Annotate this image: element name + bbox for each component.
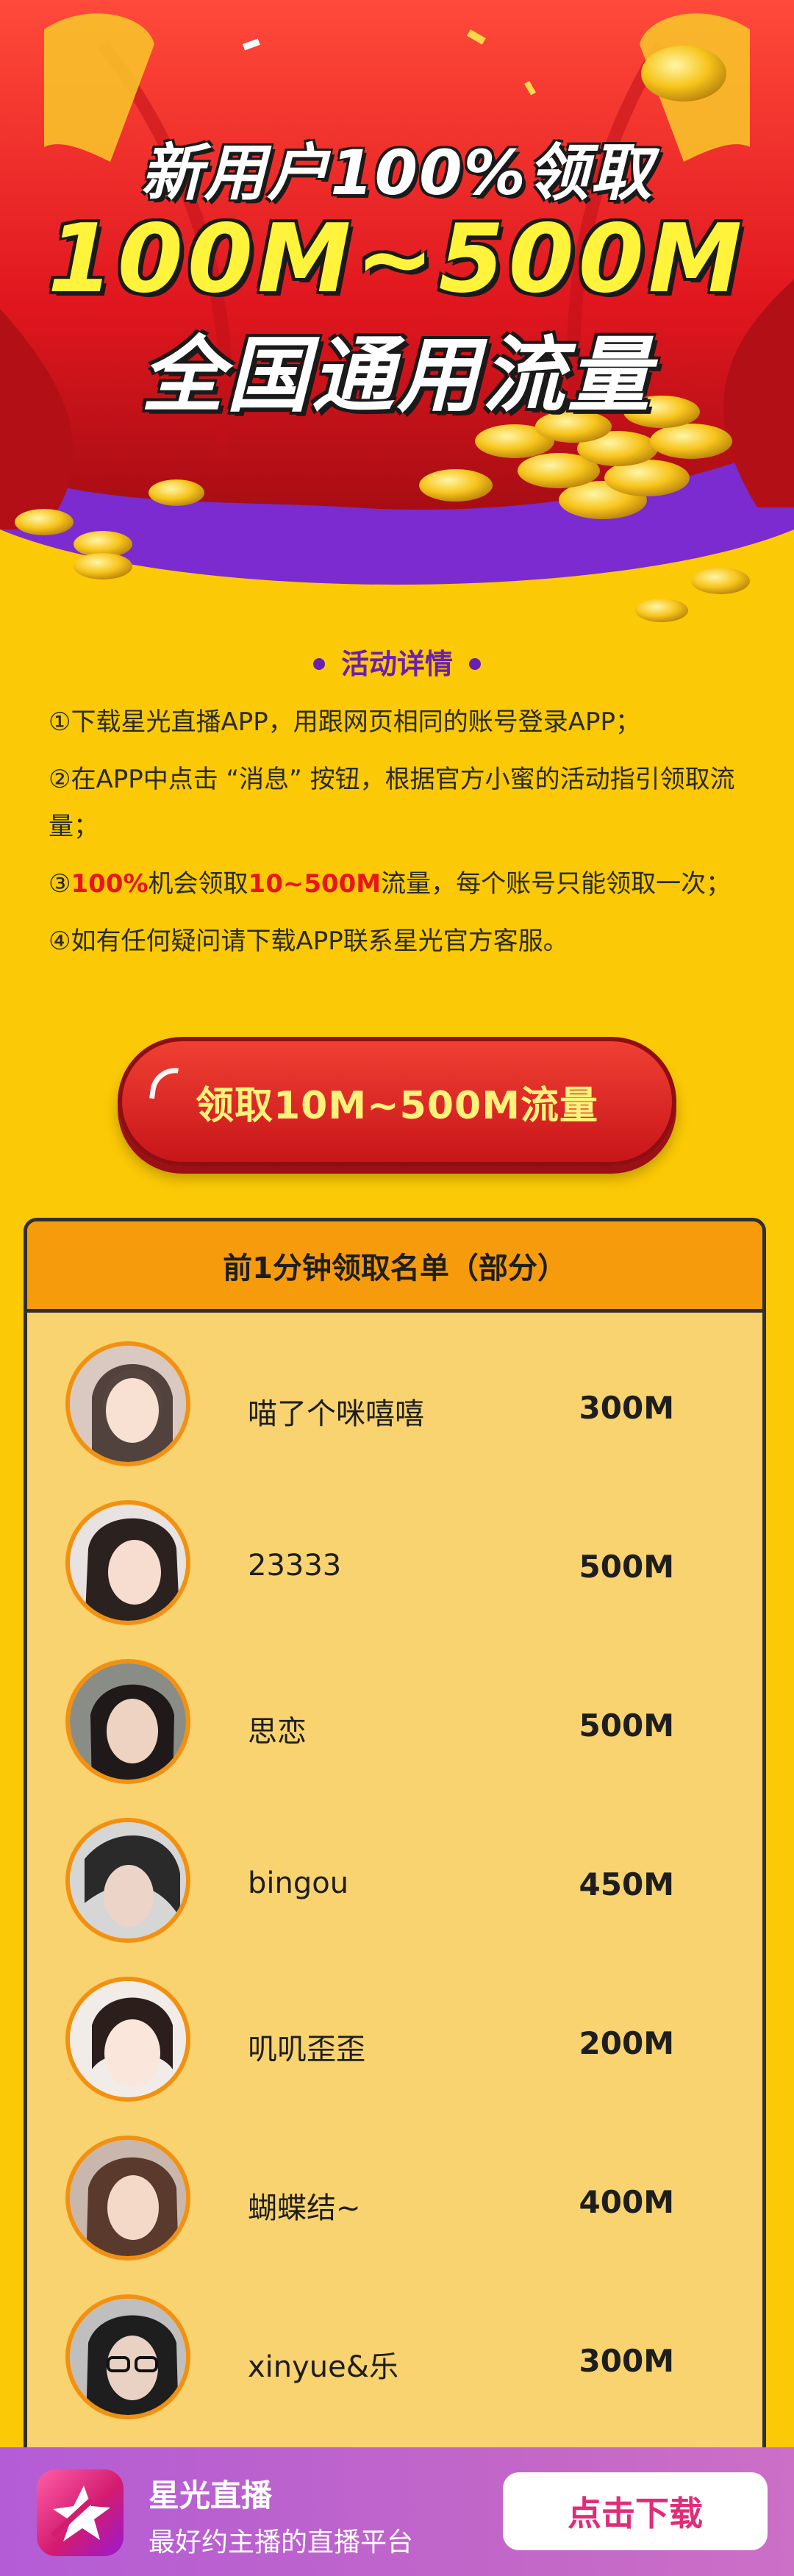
details-title: 活动详情 xyxy=(0,641,794,682)
details-rules: ①下载星光直播APP，用跟网页相同的账号登录APP； ②在APP中点击 “消息”… xyxy=(49,699,754,975)
winner-amount: 450M xyxy=(579,1866,674,1902)
button-shine-icon xyxy=(149,1064,179,1102)
avatar xyxy=(65,1818,190,1943)
claim-traffic-button[interactable]: 领取10M~500M流量 xyxy=(118,1037,676,1166)
rule-2: ②在APP中点击 “消息” 按钮，根据官方小蜜的活动指引领取流量； xyxy=(49,765,735,841)
avatar xyxy=(65,2294,190,2419)
app-slogan: 最好约主播的直播平台 xyxy=(149,2527,414,2558)
rule-3-prefix: ③ xyxy=(49,869,71,899)
winners-title: 前1分钟领取名单（部分） xyxy=(27,1221,762,1313)
winner-amount: 500M xyxy=(579,1708,674,1744)
winner-name: bingou xyxy=(248,1866,349,1900)
winner-row: 思恋 500M xyxy=(27,1634,762,1793)
winner-row: 喵了个咪嘻嘻 300M xyxy=(27,1316,762,1475)
bullet-dot-icon xyxy=(469,657,481,670)
winner-name: xinyue&乐 xyxy=(248,2350,398,2384)
avatar xyxy=(65,1500,190,1625)
download-button[interactable]: 点击下载 xyxy=(503,2472,768,2550)
hero-amount-range: 100M~500M xyxy=(47,204,747,314)
winner-amount: 300M xyxy=(579,1390,674,1426)
avatar xyxy=(65,1977,190,2102)
rule-3-suffix: 流量，每个账号只能领取一次； xyxy=(381,869,732,899)
rule-3-highlight-range: 10~500M xyxy=(248,869,382,899)
hero-banner: 新用户100%领取 100M~500M 全国通用流量 xyxy=(0,0,794,632)
winner-name: 23333 xyxy=(248,1549,342,1583)
winner-name: 喵了个咪嘻嘻 xyxy=(248,1397,424,1431)
rule-3: ③100%机会领取10~500M流量，每个账号只能领取一次； xyxy=(49,860,754,907)
details-title-text: 活动详情 xyxy=(340,648,453,680)
avatar xyxy=(65,2136,190,2261)
winner-name: 蝴蝶结~ xyxy=(248,2191,361,2225)
winner-amount: 400M xyxy=(579,2184,674,2220)
winner-row: bingou 450M xyxy=(27,1793,762,1952)
app-name: 星光直播 xyxy=(149,2477,273,2513)
promo-page: 新用户100%领取 100M~500M 全国通用流量 活动详情 ①下载星光直播A… xyxy=(0,0,794,2576)
winner-row: 蝴蝶结~ 400M xyxy=(27,2111,762,2269)
claim-button-label: 领取10M~500M流量 xyxy=(196,1083,598,1128)
winner-amount: 500M xyxy=(579,1549,674,1585)
rule-1: ①下载星光直播APP，用跟网页相同的账号登录APP； xyxy=(49,707,641,737)
avatar xyxy=(65,1659,190,1784)
download-bar: 星光直播 最好约主播的直播平台 点击下载 xyxy=(0,2447,794,2576)
winner-row: xinyue&乐 300M xyxy=(27,2269,762,2428)
winner-amount: 200M xyxy=(579,2025,674,2061)
rule-3-mid: 机会领取 xyxy=(148,869,248,899)
winner-row: 23333 500M xyxy=(27,1475,762,1634)
winners-panel: 前1分钟领取名单（部分） 喵了个咪嘻嘻 300M 23333 500M 思恋 5… xyxy=(24,1218,766,2461)
avatar xyxy=(65,1341,190,1466)
rule-4: ④如有任何疑问请下载APP联系星光官方客服。 xyxy=(49,927,568,956)
app-logo-icon xyxy=(37,2469,124,2556)
hero-headline: 新用户100%领取 xyxy=(140,137,654,209)
winner-amount: 300M xyxy=(579,2343,674,2379)
hero-subheadline: 全国通用流量 xyxy=(141,328,653,424)
bullet-dot-icon xyxy=(312,657,325,670)
rule-3-highlight-percent: 100% xyxy=(71,869,149,899)
winner-name: 叽叽歪歪 xyxy=(248,2033,365,2066)
winner-name: 思恋 xyxy=(248,1715,307,1749)
winner-row: 叽叽歪歪 200M xyxy=(27,1952,762,2111)
